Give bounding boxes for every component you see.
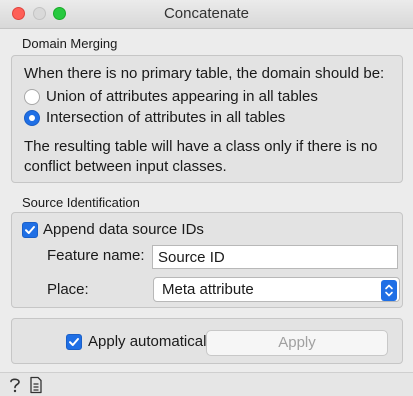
help-icon[interactable] [8,376,22,396]
apply-button[interactable]: Apply [206,330,388,356]
feature-name-input[interactable] [152,245,398,269]
window-title: Concatenate [163,5,250,22]
domain-merging-label: Domain Merging [22,36,118,51]
domain-question-text: When there is no primary table, the doma… [24,65,385,82]
apply-automatically-checkbox[interactable] [66,334,82,350]
append-source-ids-checkbox[interactable] [22,222,38,238]
union-label[interactable]: Union of attributes appearing in all tab… [46,87,318,107]
class-note-line2: conflict between input classes. [24,158,227,175]
apply-automatically-label[interactable]: Apply automatically [88,332,217,352]
checkmark-icon [25,226,35,234]
feature-name-label: Feature name: [47,247,145,264]
checkmark-icon [69,338,79,346]
report-icon[interactable] [29,376,43,396]
title-bar: Concatenate [0,0,413,29]
place-select[interactable]: Meta attribute [153,277,400,302]
place-label: Place: [47,281,89,298]
chevron-up-down-icon [381,280,397,301]
union-radio[interactable] [24,89,40,105]
place-select-value: Meta attribute [162,281,254,298]
intersection-radio[interactable] [24,110,40,126]
source-identification-label: Source Identification [22,195,140,210]
append-source-ids-label[interactable]: Append data source IDs [43,220,204,240]
status-bar [0,372,413,396]
class-note-line1: The resulting table will have a class on… [24,138,378,155]
intersection-label[interactable]: Intersection of attributes in all tables [46,108,285,128]
concatenate-window: Concatenate Domain Merging When there is… [0,0,413,396]
